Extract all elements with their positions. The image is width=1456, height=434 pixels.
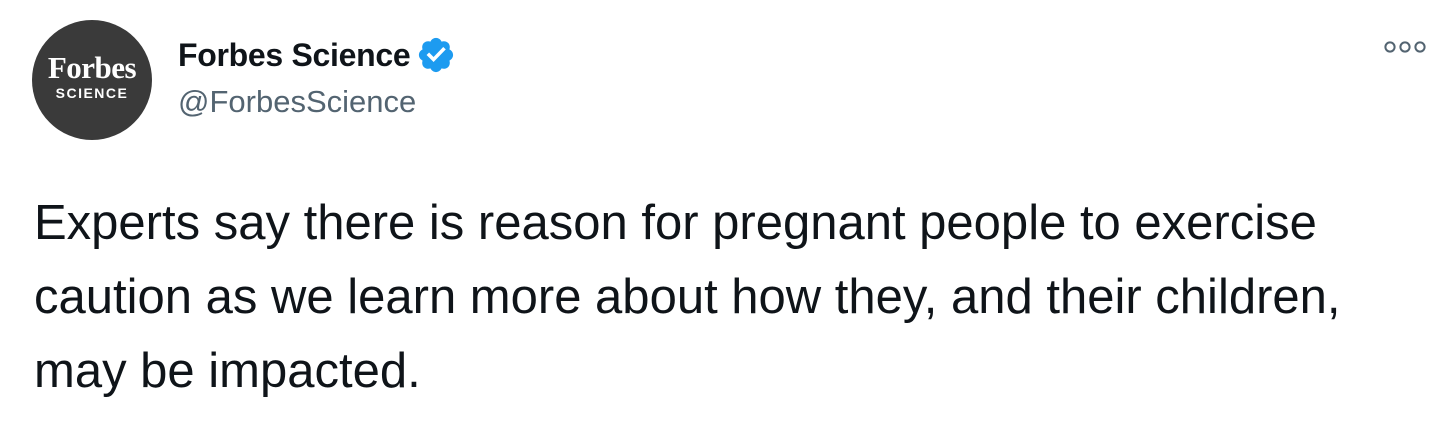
author-handle[interactable]: @ForbesScience	[178, 84, 416, 120]
more-options-button[interactable]	[1380, 32, 1430, 66]
verified-badge-icon	[416, 35, 456, 75]
avatar[interactable]: Forbes SCIENCE	[32, 20, 152, 140]
display-name[interactable]: Forbes Science	[178, 37, 411, 74]
author-name-row: Forbes Science	[178, 34, 456, 76]
tweet-card: Forbes SCIENCE Forbes Science @ForbesSci…	[0, 0, 1456, 434]
avatar-logo-word: Forbes	[47, 50, 137, 85]
avatar-logo-sub: SCIENCE	[55, 85, 129, 101]
tweet-text: Experts say there is reason for pregnant…	[34, 196, 1341, 398]
more-horizontal-icon	[1383, 40, 1427, 59]
